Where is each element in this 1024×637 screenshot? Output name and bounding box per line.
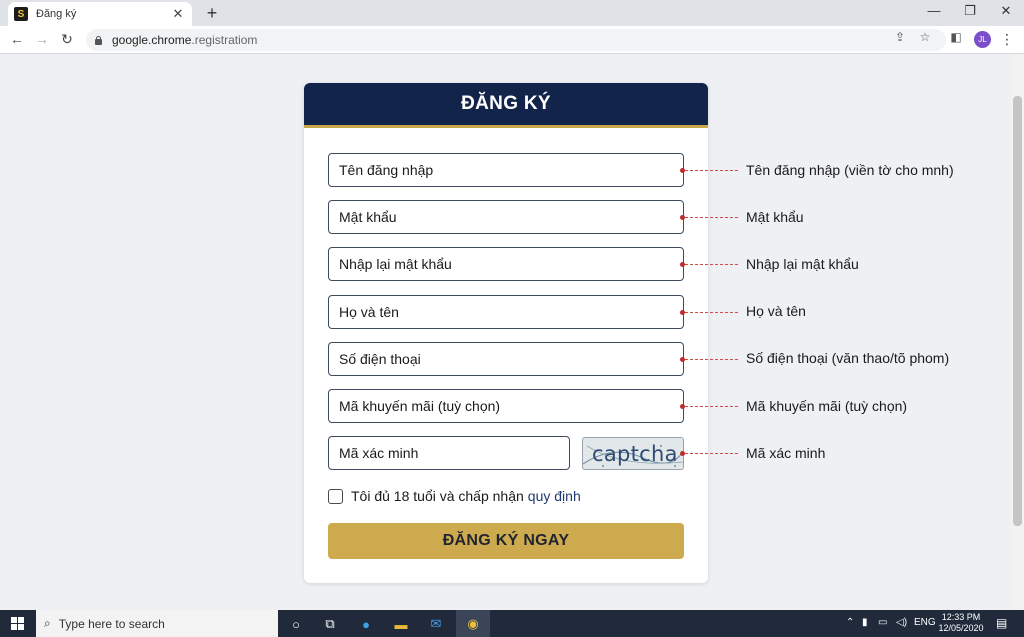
system-clock[interactable]: 12:33 PM 12/05/2020 xyxy=(935,612,987,634)
annotation-verification-code: Mã xác minh xyxy=(746,445,826,461)
restore-icon[interactable]: ❐ xyxy=(960,3,980,19)
tab-title: Đăng ký xyxy=(36,8,77,20)
agree-label: Tôi đủ 18 tuổi và chấp nhận xyxy=(351,488,524,504)
captcha-text: captcha xyxy=(592,442,678,466)
annotation-username: Tên đăng nhập (viền tờ cho mnh) xyxy=(746,162,954,178)
annotation-leader xyxy=(685,312,738,313)
url-text: google.chrome.registratiom xyxy=(112,33,258,47)
close-window-icon[interactable]: ✕ xyxy=(996,3,1016,19)
edge-icon[interactable]: ● xyxy=(356,614,376,634)
volume-icon[interactable]: ◁) xyxy=(896,617,907,628)
lock-icon xyxy=(94,35,103,45)
register-now-label: ĐĂNG KÝ NGAY xyxy=(442,532,570,549)
agree-checkbox[interactable] xyxy=(328,488,343,504)
menu-kebab-icon[interactable]: ⋮ xyxy=(1000,31,1014,48)
field-placeholder: Nhập lại mật khẩu xyxy=(339,256,452,272)
microphone-icon[interactable]: ▮ xyxy=(862,617,868,628)
annotation-leader xyxy=(685,406,738,407)
phone-field[interactable]: Số điện thoại xyxy=(328,342,684,376)
address-toolbar: ← → ↻ google.chrome.registratiom ⇪ ☆ ◧ J… xyxy=(0,26,1024,54)
annotation-leader xyxy=(685,170,738,171)
field-placeholder: Mã khuyến mãi (tuỳ chọn) xyxy=(339,398,501,414)
field-placeholder: Họ và tên xyxy=(339,304,399,320)
annotation-leader xyxy=(685,359,738,360)
share-icon[interactable]: ⇪ xyxy=(892,30,908,44)
confirm-password-field[interactable]: Nhập lại mật khẩu xyxy=(328,247,684,281)
verification-code-field[interactable]: Mã xác minh xyxy=(328,436,570,470)
tab-strip: S Đăng ký ✕ + — ❐ ✕ xyxy=(0,0,1024,26)
terms-link[interactable]: quy định xyxy=(528,488,581,504)
tab-close-icon[interactable]: ✕ xyxy=(170,6,186,22)
full-name-field[interactable]: Họ và tên xyxy=(328,295,684,329)
tray-chevron-icon[interactable]: ⌃ xyxy=(846,617,854,628)
bookmark-star-icon[interactable]: ☆ xyxy=(917,30,933,44)
address-bar[interactable]: google.chrome.registratiom xyxy=(86,29,946,51)
network-icon[interactable]: ▭ xyxy=(878,617,887,628)
page-scrollbar-thumb[interactable] xyxy=(1013,96,1022,526)
browser-tab[interactable]: S Đăng ký ✕ xyxy=(8,2,192,26)
annotation-phone: Số điện thoại (văn thao/tõ phom) xyxy=(746,350,950,366)
annotation-full-name: Họ và tên xyxy=(746,303,806,319)
taskbar-search[interactable]: ⌕ Type here to search xyxy=(36,610,278,637)
captcha-image[interactable]: captcha xyxy=(582,437,684,470)
field-placeholder: Số điện thoại xyxy=(339,351,421,367)
chrome-icon[interactable]: ◉ xyxy=(463,614,483,634)
annotation-password: Mật khẩu xyxy=(746,209,804,225)
new-tab-icon[interactable]: + xyxy=(202,2,222,24)
field-placeholder: Mật khẩu xyxy=(339,209,397,225)
taskbar-search-placeholder: Type here to search xyxy=(58,616,165,631)
notification-icon[interactable]: ▤ xyxy=(996,616,1007,630)
cortana-icon[interactable]: ○ xyxy=(286,614,306,634)
side-panel-icon[interactable]: ◧ xyxy=(948,30,964,44)
card-header: ĐĂNG KÝ xyxy=(304,83,708,128)
age-agreement: Tôi đủ 18 tuổi và chấp nhận quy định xyxy=(328,488,581,504)
field-placeholder: Mã xác minh xyxy=(339,445,419,461)
annotation-promo-code: Mã khuyến mãi (tuỳ chọn) xyxy=(746,398,908,414)
register-now-button[interactable]: ĐĂNG KÝ NGAY xyxy=(328,523,684,559)
search-icon: ⌕ xyxy=(44,616,51,630)
minimize-icon[interactable]: — xyxy=(924,3,944,18)
back-icon[interactable]: ← xyxy=(8,31,26,47)
windows-logo-icon xyxy=(10,617,24,630)
start-button[interactable] xyxy=(0,610,34,637)
site-favicon-icon: S xyxy=(14,7,28,21)
task-view-icon[interactable]: ⧉ xyxy=(320,614,340,634)
page-title: ĐĂNG KÝ xyxy=(461,93,551,114)
file-explorer-icon[interactable]: ▬ xyxy=(391,614,411,634)
field-placeholder: Tên đăng nhập xyxy=(339,162,434,178)
language-indicator[interactable]: ENG xyxy=(914,617,936,628)
annotation-confirm-password: Nhập lại mật khẩu xyxy=(746,256,859,272)
annotation-leader xyxy=(685,453,738,454)
reload-icon[interactable]: ↻ xyxy=(58,31,76,48)
profile-avatar[interactable]: JL xyxy=(974,31,991,48)
password-field[interactable]: Mật khẩu xyxy=(328,200,684,234)
promo-code-field[interactable]: Mã khuyến mãi (tuỳ chọn) xyxy=(328,389,684,423)
annotation-leader xyxy=(685,264,738,265)
mail-icon[interactable]: ✉ xyxy=(426,614,446,634)
clock-date: 12/05/2020 xyxy=(938,623,984,633)
annotation-leader xyxy=(685,217,738,218)
taskbar: ⌕ Type here to search ○ ⧉ ● ▬ ✉ ◉ ⌃ ▮ ▭ … xyxy=(0,610,1024,637)
forward-icon[interactable]: → xyxy=(33,31,51,47)
clock-time: 12:33 PM xyxy=(941,612,981,622)
username-field[interactable]: Tên đăng nhập xyxy=(328,153,684,187)
